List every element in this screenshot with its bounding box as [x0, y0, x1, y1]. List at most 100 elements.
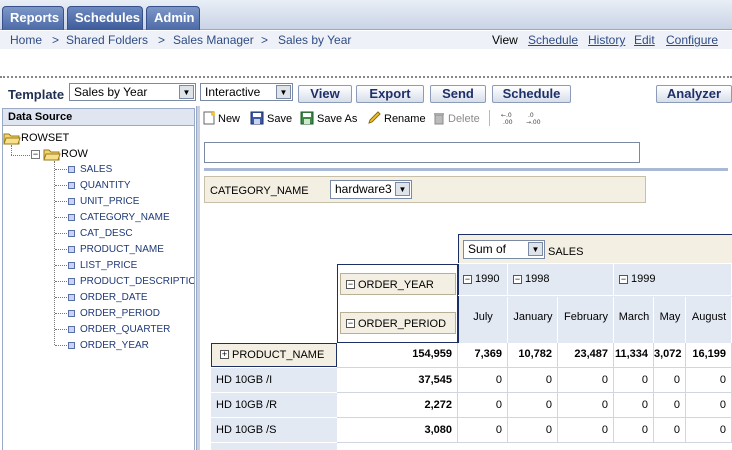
- breadcrumb-shared-folders[interactable]: Shared Folders: [66, 33, 148, 47]
- breadcrumb-separator: >: [52, 33, 60, 47]
- cell-value: 0: [545, 374, 552, 386]
- filter-label: CATEGORY_NAME: [210, 185, 309, 197]
- cell-value: 0: [641, 424, 648, 436]
- send-button[interactable]: Send: [430, 85, 486, 103]
- history-link[interactable]: History: [588, 33, 625, 47]
- field-item[interactable]: ORDER_QUARTER: [80, 324, 170, 335]
- field-item[interactable]: LIST_PRICE: [80, 260, 137, 271]
- cell-value: 0: [545, 424, 552, 436]
- year-header: 1998: [525, 273, 550, 285]
- collapse-icon[interactable]: −: [31, 150, 40, 159]
- tree-line: [55, 217, 67, 218]
- breadcrumb-sales-manager[interactable]: Sales Manager: [173, 33, 254, 47]
- tree-line: [55, 329, 67, 330]
- folder-open-icon: [43, 149, 61, 161]
- tree-line: [55, 313, 67, 314]
- cell-value: 3,080: [424, 424, 452, 436]
- decrease-decimal-icon[interactable]: ←.0 .00: [501, 111, 517, 125]
- aggregate-select[interactable]: Sum of ▼: [463, 240, 545, 259]
- pane-splitter[interactable]: [196, 106, 200, 450]
- field-item[interactable]: ORDER_DATE: [80, 292, 148, 303]
- field-icon: [68, 166, 75, 173]
- product-name-label: PRODUCT_NAME: [232, 349, 325, 361]
- increase-decimal-icon[interactable]: .0 →.00: [526, 111, 542, 125]
- save-as-button[interactable]: Save As: [317, 113, 357, 125]
- save-button[interactable]: Save: [267, 113, 292, 125]
- collapse-icon[interactable]: −: [513, 275, 522, 284]
- tree-line: [55, 265, 67, 266]
- field-item[interactable]: PRODUCT_DESCRIPTIO: [80, 276, 194, 287]
- field-item[interactable]: ORDER_YEAR: [80, 340, 149, 351]
- field-item[interactable]: ORDER_PERIOD: [80, 308, 160, 319]
- tree-node-rowset[interactable]: ROWSET: [21, 132, 69, 144]
- divider: [0, 76, 732, 78]
- collapse-icon[interactable]: −: [463, 275, 472, 284]
- tree-line: [11, 155, 30, 156]
- schedule-button[interactable]: Schedule: [492, 85, 571, 103]
- collapse-icon[interactable]: −: [619, 275, 628, 284]
- mode-select[interactable]: Interactive ▼: [200, 83, 293, 101]
- cell-value: 0: [495, 399, 502, 411]
- field-item[interactable]: SALES: [80, 164, 112, 175]
- new-button[interactable]: New: [218, 113, 240, 125]
- cell-value: 0: [719, 424, 726, 436]
- analyzer-button[interactable]: Analyzer: [656, 85, 732, 103]
- field-icon: [68, 214, 75, 221]
- breadcrumb-separator: >: [261, 33, 269, 47]
- view-button[interactable]: View: [298, 85, 352, 103]
- folder-open-icon: [3, 133, 21, 145]
- trash-icon: [434, 113, 444, 125]
- breadcrumb-sales-by-year[interactable]: Sales by Year: [278, 33, 351, 47]
- cell-value: 0: [641, 374, 648, 386]
- order-period-label: ORDER_PERIOD: [358, 318, 447, 330]
- total-value: 23,487: [574, 348, 608, 360]
- month-header: July: [473, 311, 493, 323]
- rename-button[interactable]: Rename: [384, 113, 426, 125]
- breadcrumb-home[interactable]: Home: [10, 33, 42, 47]
- category-filter-select[interactable]: hardware3 ▼: [330, 180, 412, 199]
- field-item[interactable]: CATEGORY_NAME: [80, 212, 170, 223]
- mode-select-value: Interactive: [205, 85, 261, 99]
- field-item[interactable]: PRODUCT_NAME: [80, 244, 164, 255]
- export-button[interactable]: Export: [356, 85, 424, 103]
- tab-reports[interactable]: Reports: [2, 6, 64, 30]
- collapse-icon[interactable]: −: [346, 280, 355, 289]
- template-select-value: Sales by Year: [74, 85, 148, 99]
- schedule-link[interactable]: Schedule: [528, 33, 578, 47]
- chevron-down-icon: ▼: [276, 85, 291, 99]
- cell-value: 0: [601, 424, 608, 436]
- tab-admin[interactable]: Admin: [146, 6, 200, 30]
- svg-text:.00: .00: [503, 119, 513, 125]
- cell-value: 0: [673, 374, 680, 386]
- row-header-cell: [211, 443, 337, 450]
- template-select[interactable]: Sales by Year ▼: [69, 83, 196, 101]
- data-source-header: Data Source: [2, 108, 195, 126]
- edit-link[interactable]: Edit: [634, 33, 655, 47]
- tab-schedules[interactable]: Schedules: [67, 6, 143, 30]
- collapse-icon[interactable]: −: [346, 319, 355, 328]
- field-icon: [68, 198, 75, 205]
- cell-value: 0: [673, 399, 680, 411]
- tree-line: [11, 145, 12, 155]
- total-value: 3,072: [654, 348, 682, 360]
- measure-label: SALES: [548, 246, 584, 258]
- field-icon: [68, 262, 75, 269]
- field-item[interactable]: QUANTITY: [80, 180, 131, 191]
- tree-line: [55, 169, 67, 170]
- field-item[interactable]: UNIT_PRICE: [80, 196, 139, 207]
- cell-value: 0: [495, 374, 502, 386]
- configure-link[interactable]: Configure: [666, 33, 718, 47]
- field-icon: [68, 326, 75, 333]
- report-title-input[interactable]: [204, 142, 640, 163]
- year-header: 1990: [475, 273, 500, 285]
- breadcrumb-separator: >: [158, 33, 166, 47]
- aggregate-select-value: Sum of: [468, 242, 507, 256]
- expand-icon[interactable]: +: [220, 350, 229, 359]
- tree-node-row[interactable]: ROW: [61, 148, 88, 160]
- new-icon: [203, 111, 215, 125]
- field-item[interactable]: CAT_DESC: [80, 228, 133, 239]
- tree-line: [55, 201, 67, 202]
- tree-line: [55, 185, 67, 186]
- tree-line: [54, 161, 55, 345]
- cell-value: 0: [673, 424, 680, 436]
